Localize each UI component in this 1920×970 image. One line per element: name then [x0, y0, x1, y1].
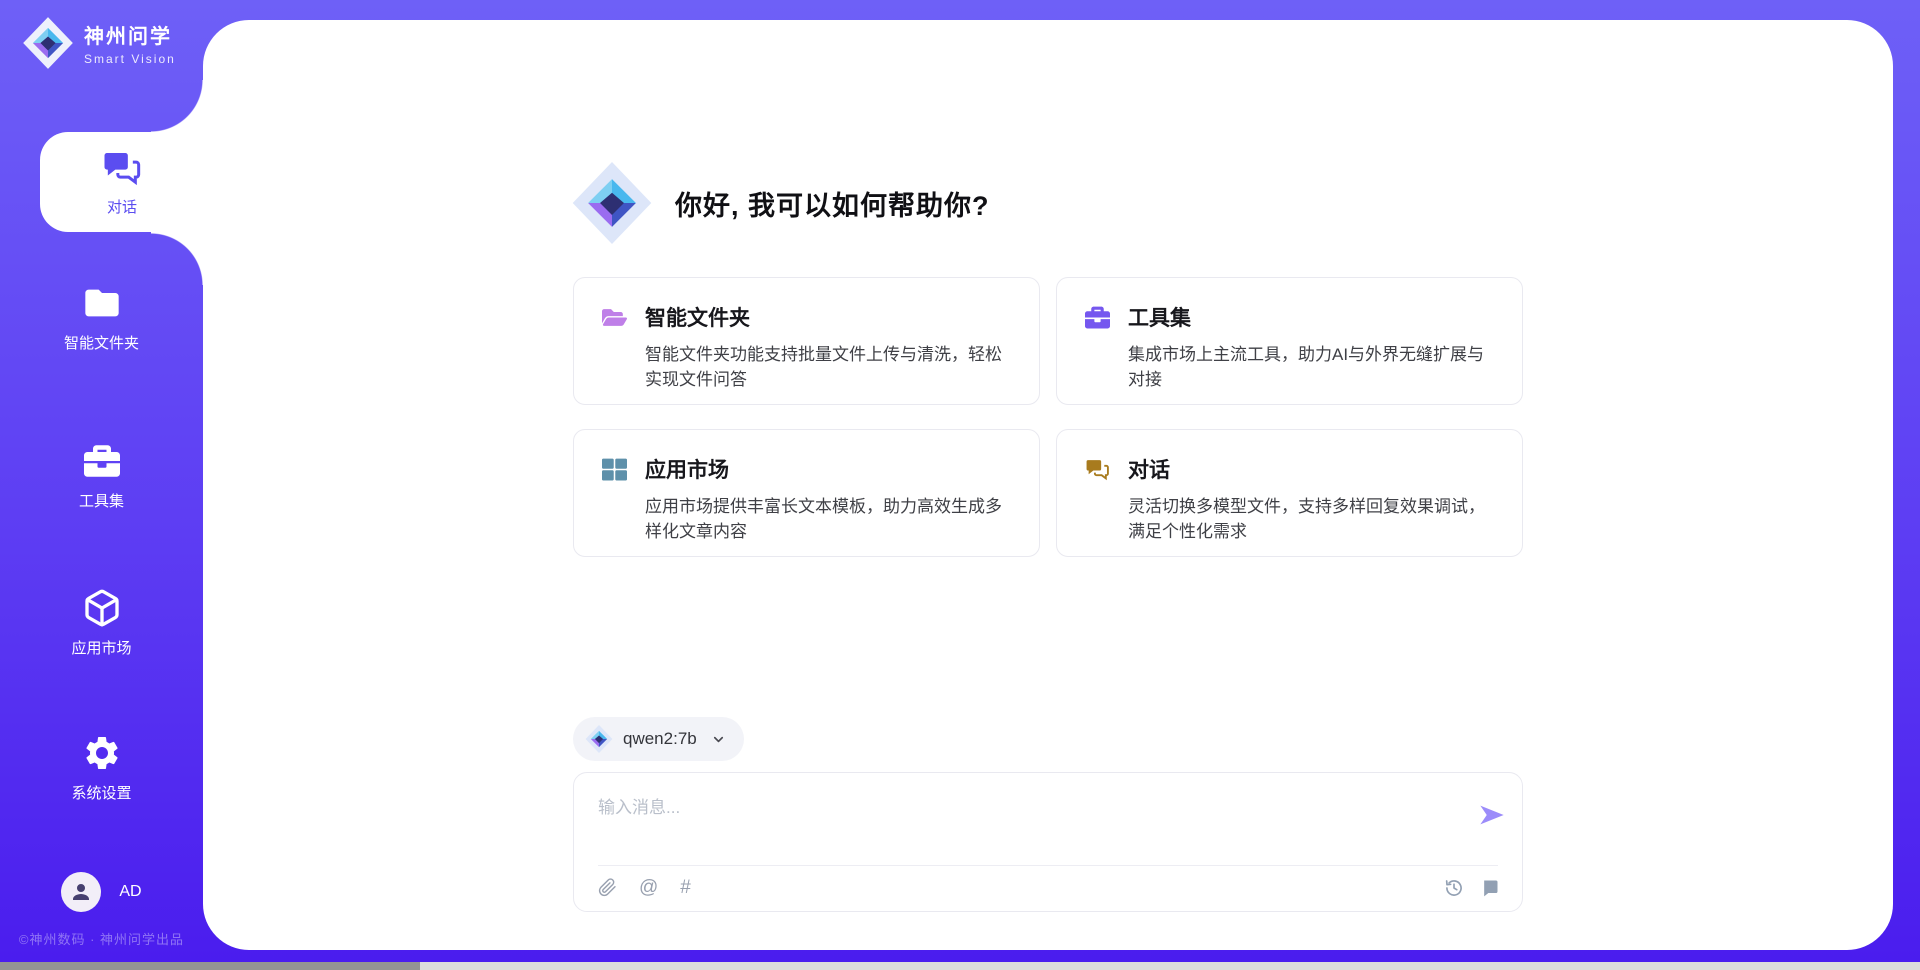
sidebar-item-app-market[interactable]: 应用市场 — [0, 588, 203, 658]
sidebar-item-label: 对话 — [107, 196, 137, 217]
person-icon — [69, 880, 93, 904]
card-smart-folder[interactable]: 智能文件夹 智能文件夹功能支持批量文件上传与清洗，轻松实现文件问答 — [573, 277, 1040, 405]
sidebar-item-settings[interactable]: 系统设置 — [0, 733, 203, 803]
message-composer: @ # — [573, 772, 1523, 912]
app-logo: 神州问学 Smart Vision — [22, 16, 176, 70]
card-app-market[interactable]: 应用市场 应用市场提供丰富长文本模板，助力高效生成多样化文章内容 — [573, 429, 1040, 557]
card-title: 对话 — [1128, 454, 1170, 484]
tab-fillet-bottom — [151, 232, 204, 285]
hash-icon[interactable]: # — [680, 878, 691, 897]
at-sign-icon[interactable]: @ — [639, 878, 658, 897]
card-description: 集成市场上主流工具，助力AI与外界无缝扩展与对接 — [1128, 342, 1488, 392]
scrollbar-thumb[interactable] — [0, 962, 420, 970]
brand-name: 神州问学 — [84, 20, 176, 49]
sidebar-footer-text: ©神州数码 · 神州问学出品 — [0, 929, 203, 948]
brand-gem-icon — [571, 160, 653, 246]
sidebar-item-toolset[interactable]: 工具集 — [0, 441, 203, 511]
cube-icon — [82, 588, 122, 628]
sidebar-item-smart-folder[interactable]: 智能文件夹 — [0, 283, 203, 353]
sidebar-item-label: 应用市场 — [71, 637, 131, 658]
greeting-block: 你好, 我可以如何帮助你? — [571, 160, 990, 246]
chevron-down-icon — [711, 732, 726, 747]
model-name: qwen2:7b — [623, 729, 697, 749]
card-title: 智能文件夹 — [645, 302, 750, 332]
card-toolset[interactable]: 工具集 集成市场上主流工具，助力AI与外界无缝扩展与对接 — [1056, 277, 1523, 405]
sidebar-item-label: 智能文件夹 — [64, 332, 139, 353]
model-selector[interactable]: qwen2:7b — [573, 717, 744, 761]
sidebar-item-label: 系统设置 — [71, 782, 131, 803]
message-icon[interactable] — [1480, 878, 1500, 898]
folder-icon — [82, 283, 122, 323]
message-input[interactable] — [598, 793, 1438, 823]
card-description: 应用市场提供丰富长文本模板，助力高效生成多样化文章内容 — [645, 494, 1005, 544]
send-icon — [1478, 801, 1506, 829]
brand-gem-icon — [22, 16, 74, 70]
model-gem-icon — [585, 724, 613, 754]
brand-subtitle: Smart Vision — [84, 52, 176, 66]
user-account[interactable]: AD — [0, 872, 203, 912]
main-panel: 你好, 我可以如何帮助你? 智能文件夹 智能文件夹功能支持批量文件上传与清洗，轻… — [203, 20, 1893, 950]
gear-icon — [82, 733, 122, 773]
card-chat[interactable]: 对话 灵活切换多模型文件，支持多样回复效果调试，满足个性化需求 — [1056, 429, 1523, 557]
history-icon[interactable] — [1444, 878, 1464, 898]
grid-icon — [602, 457, 627, 482]
horizontal-scrollbar[interactable] — [0, 962, 1920, 970]
chat-bubbles-icon — [102, 148, 142, 188]
tab-fillet-top — [151, 80, 204, 133]
send-button[interactable] — [1478, 801, 1506, 829]
paperclip-icon[interactable] — [598, 878, 617, 897]
briefcase-icon — [82, 441, 122, 481]
card-title: 工具集 — [1128, 302, 1191, 332]
folder-open-icon — [602, 305, 627, 330]
sidebar-item-label: 工具集 — [79, 490, 124, 511]
user-initials: AD — [119, 883, 141, 901]
composer-divider — [598, 865, 1498, 866]
greeting-title: 你好, 我可以如何帮助你? — [675, 184, 990, 223]
card-description: 灵活切换多模型文件，支持多样回复效果调试，满足个性化需求 — [1128, 494, 1488, 544]
sidebar-item-chat[interactable]: 对话 — [40, 132, 204, 232]
card-description: 智能文件夹功能支持批量文件上传与清洗，轻松实现文件问答 — [645, 342, 1005, 392]
briefcase-icon — [1085, 305, 1110, 330]
chat-bubbles-icon — [1085, 457, 1110, 482]
avatar — [61, 872, 101, 912]
card-title: 应用市场 — [645, 454, 729, 484]
feature-cards: 智能文件夹 智能文件夹功能支持批量文件上传与清洗，轻松实现文件问答 工具集 集成… — [573, 277, 1523, 557]
